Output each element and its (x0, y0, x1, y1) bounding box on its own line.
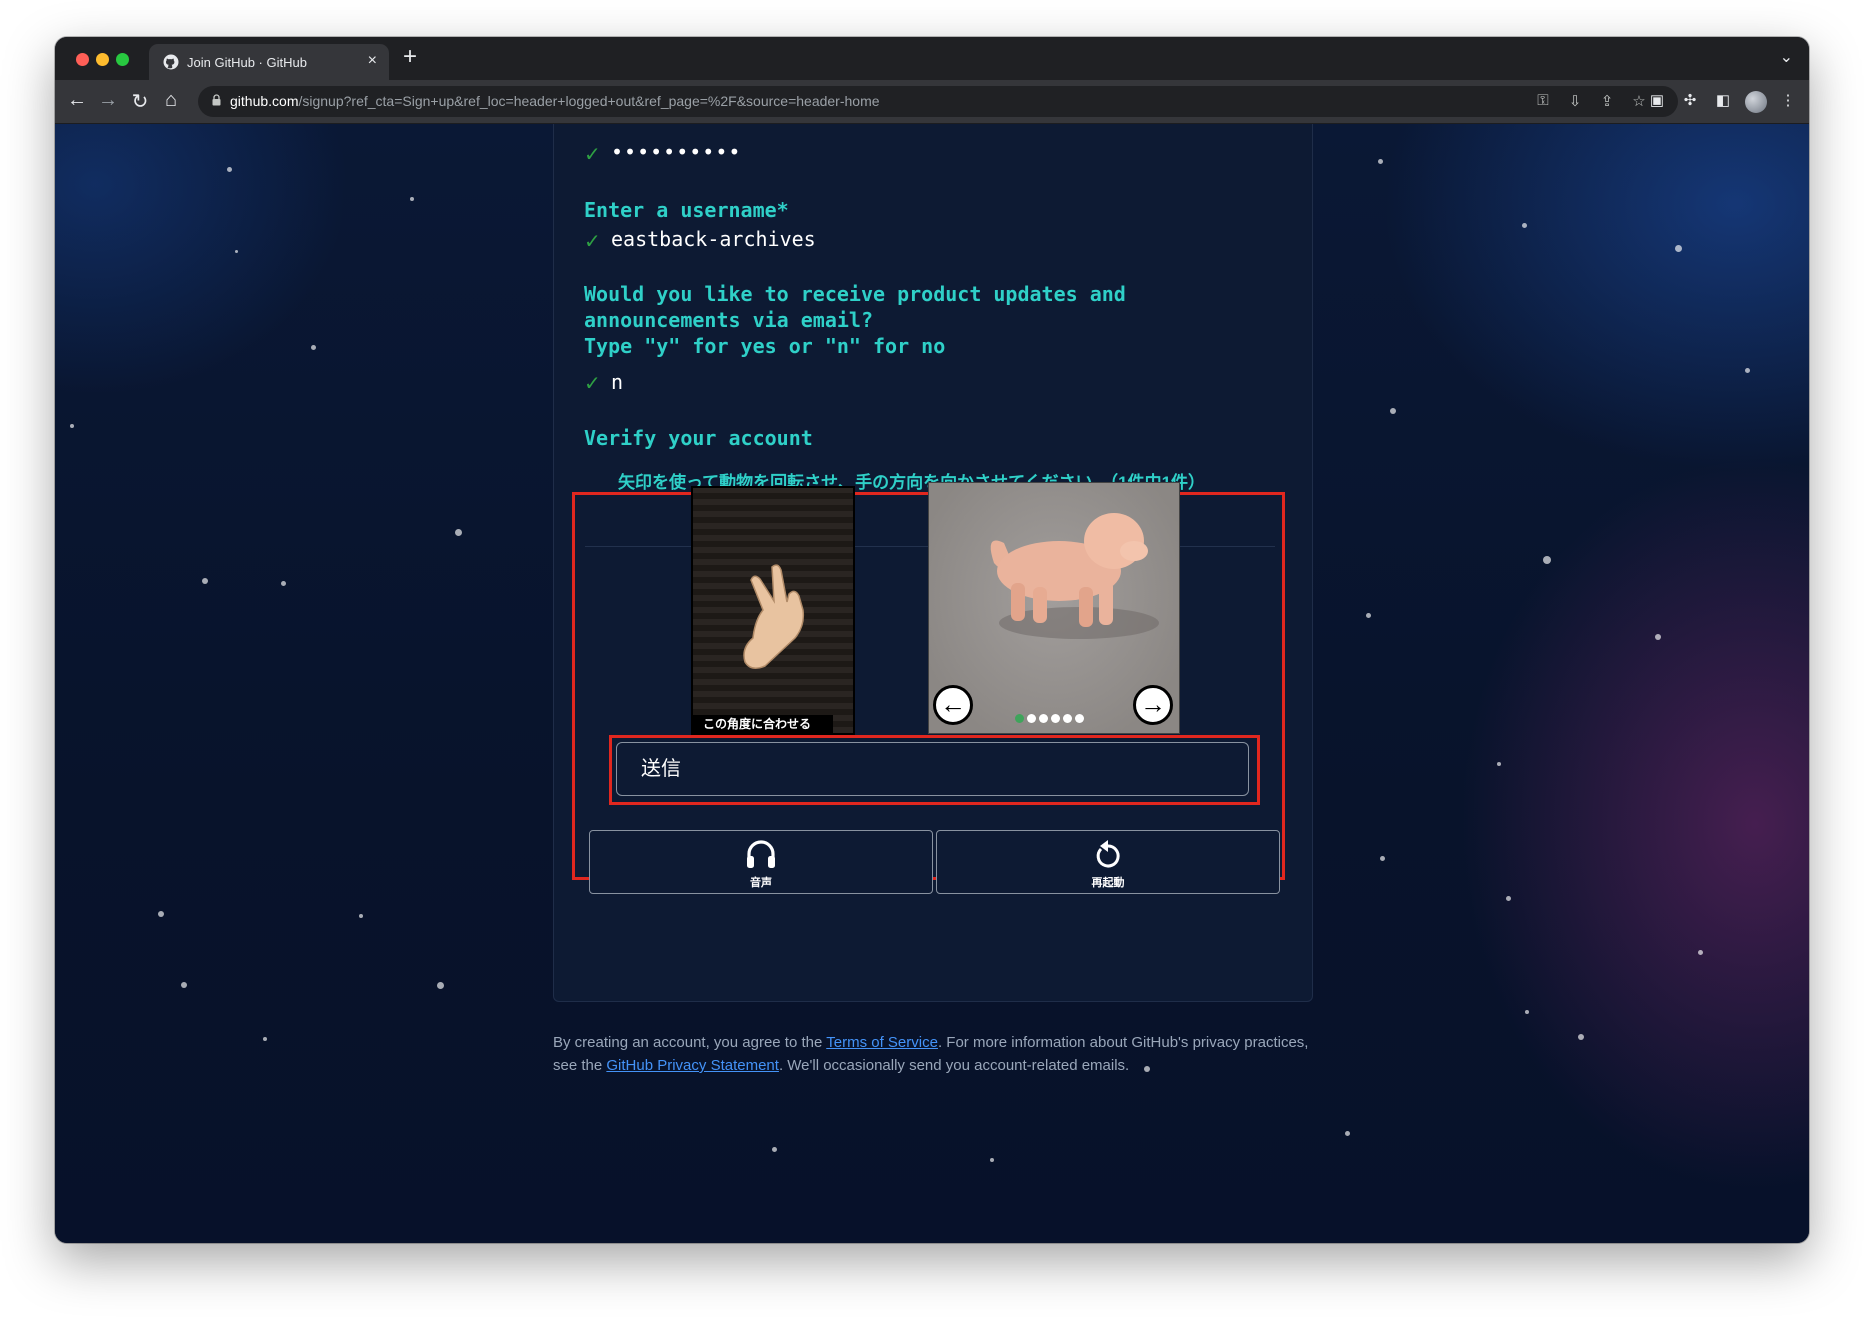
audio-label: 音声 (750, 877, 772, 889)
star (1366, 613, 1371, 618)
share-icon[interactable]: ⇪ (1597, 92, 1617, 110)
star (1578, 1034, 1584, 1040)
star (263, 1037, 267, 1041)
progress-dots (1015, 710, 1087, 728)
star (281, 581, 286, 586)
star (1675, 245, 1682, 252)
progress-dot (1063, 714, 1072, 723)
restart-button[interactable]: 再起動 (936, 830, 1280, 894)
hand-caption: この角度に合わせる (693, 715, 833, 733)
email-opt-in-value: n (611, 370, 624, 394)
headphones-icon (747, 840, 775, 868)
progress-dot (1051, 714, 1060, 723)
tab-search-chevron-icon[interactable]: ⌄ (1780, 47, 1793, 67)
star (1698, 950, 1703, 955)
rotate-left-button[interactable]: ← (933, 685, 973, 725)
extensions-icon[interactable]: ✣ (1679, 91, 1701, 109)
progress-dot (1039, 714, 1048, 723)
star (410, 197, 414, 201)
star (1345, 1131, 1350, 1136)
close-tab-icon[interactable]: × (368, 52, 377, 70)
star (1655, 634, 1661, 640)
github-icon (163, 54, 179, 70)
rotate-right-button[interactable]: → (1133, 685, 1173, 725)
footer-text-3: . We'll occasionally send you account-re… (778, 1057, 1130, 1074)
profile-avatar[interactable] (1745, 91, 1767, 113)
new-tab-button[interactable]: + (403, 43, 417, 71)
star (359, 914, 363, 918)
star (1525, 1010, 1529, 1014)
email-check-icon: ✓ (584, 373, 601, 395)
star (437, 982, 444, 989)
star (1522, 223, 1527, 228)
email-prompt-line-2: announcements via email? (584, 308, 873, 332)
tab-join-github[interactable]: Join GitHub · GitHub × (149, 44, 389, 80)
audio-button[interactable]: 音声 (589, 830, 933, 894)
side-panel-icon[interactable]: ◧ (1712, 91, 1734, 109)
target-hand-image: この角度に合わせる (691, 486, 855, 735)
close-window-button[interactable] (76, 53, 89, 66)
star (772, 1147, 777, 1152)
browser-toolbar: ← → ↻ ⌂ github.com/signup?ref_cta=Sign+u… (55, 80, 1809, 124)
address-bar[interactable]: github.com/signup?ref_cta=Sign+up&ref_lo… (198, 86, 1678, 117)
extension-puzzle-icon[interactable]: ▣ (1646, 91, 1668, 109)
star (70, 424, 74, 428)
terms-footer: By creating an account, you agree to the… (553, 1031, 1313, 1077)
username-check-icon: ✓ (584, 231, 601, 253)
url-text: github.com/signup?ref_cta=Sign+up&ref_lo… (230, 93, 880, 109)
rotatable-animal-image: ← → (928, 482, 1180, 734)
pointing-hand-icon (743, 564, 805, 669)
password-value: •••••••••• (611, 140, 742, 164)
star (1390, 408, 1396, 414)
star (455, 529, 462, 536)
star (1378, 159, 1383, 164)
browser-window: Join GitHub · GitHub × + ⌄ ← → ↻ ⌂ githu… (55, 37, 1809, 1243)
progress-dot (1075, 714, 1084, 723)
star (1497, 762, 1501, 766)
star (235, 250, 238, 253)
forward-arrow-icon[interactable]: → (96, 89, 120, 112)
star (1506, 896, 1511, 901)
progress-dot (1027, 714, 1036, 723)
username-prompt: Enter a username* (584, 198, 789, 222)
star (1543, 556, 1551, 564)
terms-of-service-link[interactable]: Terms of Service (826, 1034, 938, 1051)
username-value: eastback-archives (611, 227, 816, 251)
minimize-window-button[interactable] (96, 53, 109, 66)
password-check-icon: ✓ (584, 144, 601, 166)
star (1745, 368, 1750, 373)
star (990, 1158, 994, 1162)
footer-text-1: By creating an account, you agree to the (553, 1034, 827, 1051)
restart-label: 再起動 (1091, 877, 1125, 889)
home-icon[interactable]: ⌂ (159, 89, 183, 112)
star (227, 167, 232, 172)
more-menu-icon[interactable]: ⋮ (1777, 91, 1799, 109)
verify-title: Verify your account (584, 426, 813, 450)
submit-button[interactable]: 送信 (616, 742, 1249, 796)
star (181, 982, 187, 988)
star (202, 578, 208, 584)
star (158, 911, 164, 917)
install-icon[interactable]: ⇩ (1565, 92, 1585, 110)
star (1380, 856, 1385, 861)
back-arrow-icon[interactable]: ← (65, 89, 89, 112)
reload-icon[interactable]: ↻ (128, 89, 152, 114)
restart-icon (1096, 840, 1120, 868)
email-prompt-line-3: Type "y" for yes or "n" for no (584, 334, 946, 358)
tab-strip: Join GitHub · GitHub × + ⌄ (55, 37, 1809, 80)
tab-title: Join GitHub · GitHub (187, 55, 307, 70)
privacy-statement-link[interactable]: GitHub Privacy Statement (606, 1057, 779, 1074)
key-icon[interactable]: ⚿ (1533, 92, 1553, 109)
email-prompt-line-1: Would you like to receive product update… (584, 282, 1126, 306)
maximize-window-button[interactable] (116, 53, 129, 66)
star (311, 345, 316, 350)
progress-dot (1015, 714, 1024, 723)
lock-icon (212, 94, 221, 106)
page-content: ✓ •••••••••• Enter a username* ✓ eastbac… (55, 124, 1809, 1243)
